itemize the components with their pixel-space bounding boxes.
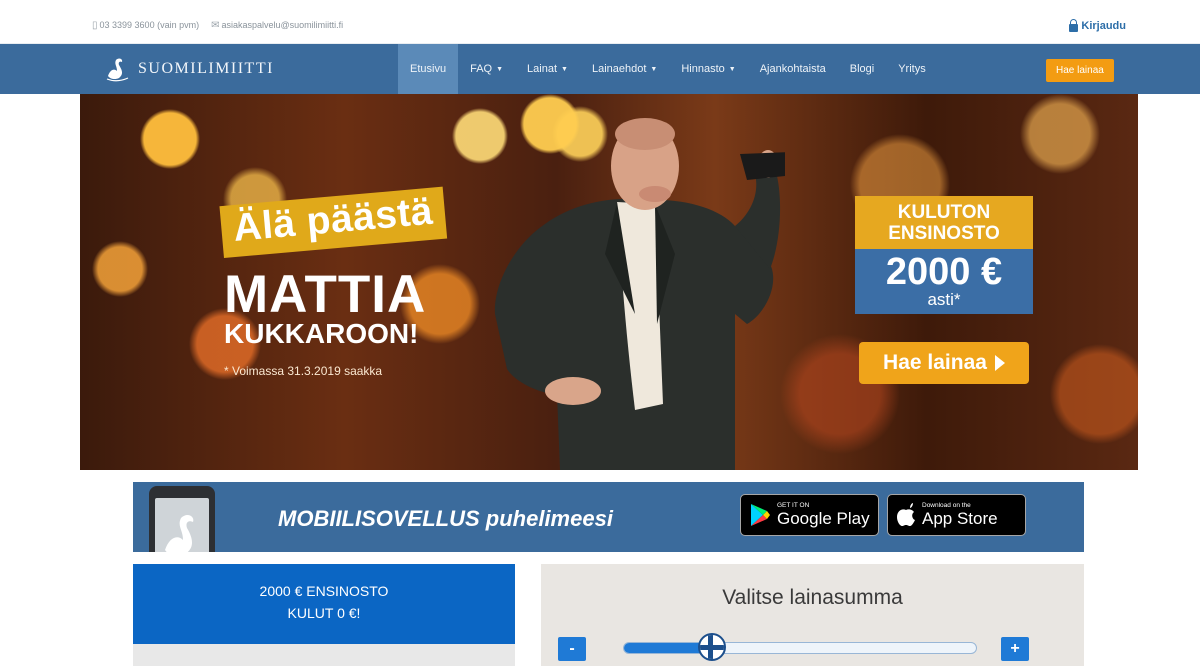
email-contact[interactable]: ✉ asiakaspalvelu@suomilimiitti.fi bbox=[211, 20, 343, 31]
hero-apply-button[interactable]: Hae lainaa bbox=[859, 342, 1029, 384]
nav-apply-button[interactable]: Hae lainaa bbox=[1046, 59, 1114, 82]
nav-item-ajankohtaista[interactable]: Ajankohtaista bbox=[748, 44, 838, 94]
nav-item-label: Hinnasto bbox=[681, 63, 725, 75]
nav-item-hinnasto[interactable]: Hinnasto ▼ bbox=[669, 44, 747, 94]
nav-item-yritys[interactable]: Yritys bbox=[886, 44, 938, 94]
nav-item-label: Blogi bbox=[849, 63, 875, 75]
caret-down-icon: ▼ bbox=[728, 65, 736, 73]
flag-cross-vertical bbox=[707, 635, 713, 659]
nav-menu: Etusivu FAQ ▼ Lainat ▼ Lainaehdot ▼ Hinnasto ▼ Aj… bbox=[398, 44, 938, 94]
caret-down-icon: ▼ bbox=[496, 65, 504, 73]
nav-item-label: Lainaehdot bbox=[591, 63, 647, 75]
phone-screen bbox=[155, 498, 209, 552]
google-play-big: Google Play bbox=[777, 509, 870, 528]
caret-down-icon: ▼ bbox=[650, 65, 658, 73]
nav-item-label: FAQ bbox=[470, 63, 493, 75]
swan-app-icon bbox=[165, 515, 194, 552]
calculator-title: Valitse lainasumma bbox=[722, 586, 903, 609]
phone-icon: ▯ bbox=[92, 20, 98, 31]
promo-subpanel bbox=[133, 644, 515, 666]
nav-item-faq[interactable]: FAQ ▼ bbox=[458, 44, 515, 94]
google-play-icon bbox=[751, 504, 770, 526]
caret-down-icon: ▼ bbox=[561, 65, 568, 73]
increase-amount-button[interactable]: + bbox=[1001, 637, 1029, 661]
swan-logo-icon bbox=[106, 58, 129, 82]
hero-banner: Älä päästä MATTIA KUKKAROON! * Voimassa … bbox=[80, 94, 1138, 470]
email-address: asiakaspalvelu@suomilimiitti.fi bbox=[221, 20, 344, 30]
play-arrow-icon bbox=[994, 355, 1005, 371]
nav-item-label: Etusivu bbox=[410, 63, 447, 75]
amount-slider-handle[interactable] bbox=[697, 633, 726, 661]
phone-illustration-icon bbox=[149, 486, 215, 552]
nav-item-label: Ajankohtaista bbox=[759, 63, 826, 75]
nav-item-label: Lainat bbox=[527, 63, 558, 75]
offer-amount: 2000 € bbox=[885, 251, 1003, 293]
hero-tagline-line3: KUKKAROON! bbox=[224, 318, 419, 349]
nav-item-lainaehdot[interactable]: Lainaehdot ▼ bbox=[580, 44, 669, 94]
nav-item-lainat[interactable]: Lainat ▼ bbox=[515, 44, 580, 94]
google-play-badge[interactable]: GET IT ON Google Play bbox=[740, 494, 879, 536]
amount-slider-track[interactable] bbox=[623, 642, 977, 654]
phone-contact[interactable]: ▯ 03 3399 3600 (vain pvm) bbox=[92, 20, 199, 31]
hero-apply-label: Hae lainaa bbox=[883, 351, 987, 374]
login-link[interactable]: Kirjaudu bbox=[1069, 18, 1126, 32]
nav-item-etusivu[interactable]: Etusivu bbox=[398, 44, 459, 94]
promo-line2: KULUT 0 €! bbox=[287, 605, 361, 621]
lock-icon bbox=[1069, 18, 1079, 32]
phone-number: 03 3399 3600 (vain pvm) bbox=[99, 20, 200, 30]
offer-amount-box: 2000 € asti* bbox=[855, 249, 1033, 314]
app-store-big: App Store bbox=[922, 509, 998, 528]
loan-calculator: Valitse lainasumma - + bbox=[541, 564, 1084, 666]
mobile-app-banner: MOBIILISOVELLUS puhelimeesi GET IT ON Go… bbox=[133, 482, 1084, 552]
nav-item-label: Yritys bbox=[898, 63, 926, 75]
promo-line1: 2000 € ENSINOSTO bbox=[259, 583, 389, 599]
app-banner-text: MOBIILISOVELLUS puhelimeesi bbox=[278, 506, 613, 531]
app-store-badge[interactable]: Download on the App Store bbox=[887, 494, 1026, 536]
site-logo[interactable]: SUOMILIMIITTI bbox=[104, 56, 274, 82]
login-label: Kirjaudu bbox=[1081, 20, 1126, 32]
offer-box: KULUTON ENSINOSTO 2000 € asti* bbox=[855, 196, 1033, 314]
mail-icon: ✉ bbox=[211, 20, 220, 31]
apple-icon bbox=[897, 503, 915, 526]
main-navigation: SUOMILIMIITTI Etusivu FAQ ▼ Lainat ▼ Lainaehd… bbox=[0, 44, 1200, 94]
contact-info: ▯ 03 3399 3600 (vain pvm) ✉ asiakaspalvelu… bbox=[92, 20, 343, 31]
hero-tagline-line1: Älä päästä bbox=[219, 186, 448, 258]
top-contact-bar: ▯ 03 3399 3600 (vain pvm) ✉ asiakaspalvelu… bbox=[0, 0, 1200, 44]
decrease-amount-button[interactable]: - bbox=[558, 637, 586, 661]
logo-text: SUOMILIMIITTI bbox=[138, 60, 274, 77]
offer-title: KULUTON ENSINOSTO bbox=[855, 196, 1033, 249]
promo-box: 2000 € ENSINOSTO KULUT 0 €! bbox=[133, 564, 515, 644]
hero-person-image bbox=[494, 118, 785, 470]
hero-validity-note: * Voimassa 31.3.2019 saakka bbox=[224, 364, 383, 378]
hero-tagline-line2: MATTIA bbox=[224, 265, 427, 324]
offer-suffix: asti* bbox=[927, 290, 961, 309]
nav-item-blogi[interactable]: Blogi bbox=[838, 44, 886, 94]
